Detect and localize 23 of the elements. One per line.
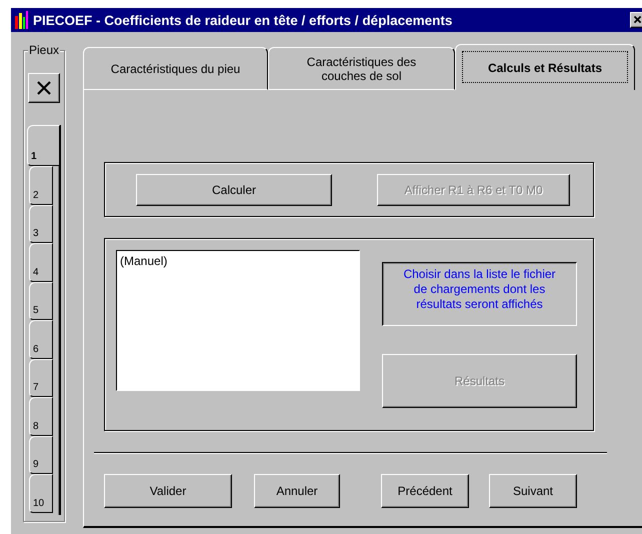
pile-tab[interactable]: 4 [29, 243, 53, 282]
tab[interactable]: Calculs et Résultats [455, 44, 635, 90]
group-label: Pieux [28, 43, 60, 57]
pile-tab[interactable]: 6 [29, 320, 53, 358]
footer-button[interactable]: Précédent [381, 474, 469, 508]
footer-button[interactable]: Suivant [489, 474, 577, 508]
pile-tab[interactable]: 9 [29, 436, 53, 474]
pile-tab[interactable]: 8 [29, 397, 53, 436]
footer-button[interactable]: Valider [104, 474, 232, 508]
calculate-button[interactable]: Calculer [136, 174, 332, 206]
tab[interactable]: Caractéristiques du pieu [83, 47, 268, 90]
list-box[interactable]: (Manuel) [116, 250, 360, 391]
tab[interactable]: Caractéristiques des couches de sol [268, 47, 455, 90]
pile-tab[interactable]: 2 [29, 166, 53, 204]
hint-text: Choisir dans la liste le fichier de chargements dont les résultats seront affichés [382, 262, 577, 326]
list-item[interactable]: (Manuel) [120, 254, 356, 268]
pile-tab[interactable]: 10 [29, 474, 53, 512]
window-title: PIECOEF - Coefficients de raideur en tête / efforts / déplacements [33, 12, 454, 28]
pile-tab[interactable]: 1 [27, 125, 60, 166]
pile-tab[interactable]: 3 [29, 204, 53, 243]
pile-tab[interactable]: 7 [29, 358, 53, 397]
footer-button[interactable]: Annuler [254, 474, 340, 508]
pile-tab[interactable]: 5 [29, 282, 53, 320]
